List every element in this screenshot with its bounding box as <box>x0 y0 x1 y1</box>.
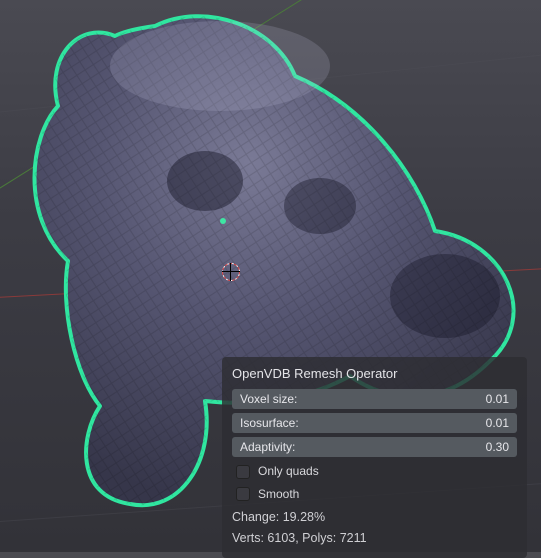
checkbox-label: Only quads <box>258 463 319 480</box>
slider-label: Isosurface: <box>240 415 299 432</box>
object-origin-indicator <box>220 218 226 224</box>
checkbox-label: Smooth <box>258 486 299 503</box>
smooth-checkbox[interactable] <box>236 487 250 501</box>
only-quads-checkbox[interactable] <box>236 465 250 479</box>
eye-socket-left <box>167 151 243 211</box>
adaptivity-slider[interactable]: Adaptivity: 0.30 <box>232 437 517 457</box>
only-quads-row[interactable]: Only quads <box>232 461 517 482</box>
mesh-stats: Verts: 6103, Polys: 7211 <box>232 530 517 548</box>
slider-value: 0.30 <box>486 439 509 456</box>
eye-socket-right <box>284 178 356 234</box>
ear-shadow <box>390 254 500 338</box>
operator-redo-panel[interactable]: OpenVDB Remesh Operator Voxel size: 0.01… <box>222 357 527 558</box>
highlight <box>110 21 330 111</box>
change-stat: Change: 19.28% <box>232 509 517 527</box>
panel-title: OpenVDB Remesh Operator <box>232 365 517 383</box>
isosurface-slider[interactable]: Isosurface: 0.01 <box>232 413 517 433</box>
slider-label: Voxel size: <box>240 391 297 408</box>
slider-value: 0.01 <box>486 415 509 432</box>
smooth-row[interactable]: Smooth <box>232 484 517 505</box>
3d-cursor <box>222 263 240 281</box>
slider-value: 0.01 <box>486 391 509 408</box>
slider-label: Adaptivity: <box>240 439 295 456</box>
voxel-size-slider[interactable]: Voxel size: 0.01 <box>232 389 517 409</box>
